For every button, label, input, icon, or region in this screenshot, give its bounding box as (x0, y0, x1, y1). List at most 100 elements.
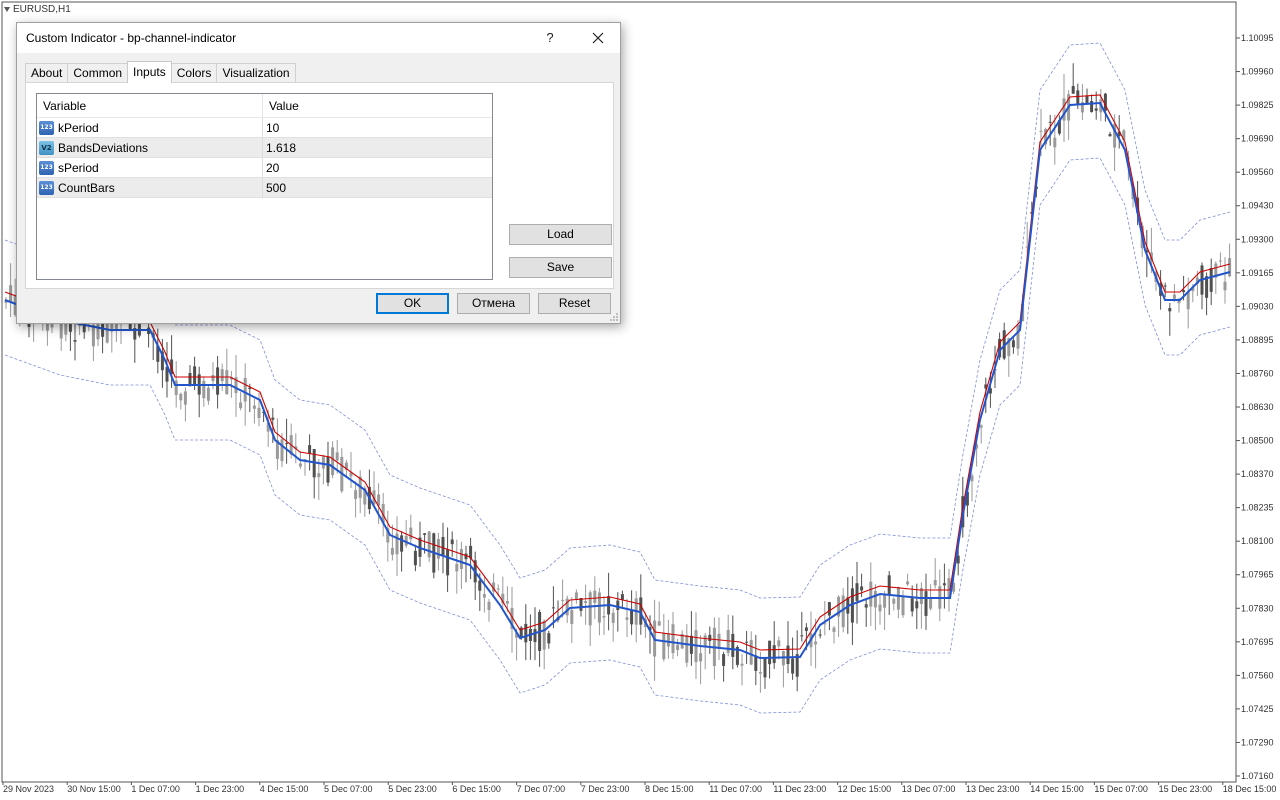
load-button[interactable]: Load (509, 224, 612, 245)
candle-body (427, 531, 431, 558)
tab-about[interactable]: About (25, 63, 69, 83)
candle-body (505, 601, 509, 604)
time-axis-label: 13 Dec 23:00 (966, 784, 1020, 794)
candle-body (800, 635, 804, 637)
time-axis-label: 15 Dec 23:00 (1159, 784, 1213, 794)
candle-body (533, 629, 537, 643)
candle-body (413, 550, 417, 566)
candle-body (588, 592, 592, 626)
candle-body (666, 633, 670, 647)
candle-body (487, 601, 491, 610)
candle-body (252, 405, 256, 409)
candle-body (832, 627, 836, 632)
candle-body (777, 640, 781, 647)
candle-body (662, 632, 666, 660)
candle-body (616, 600, 620, 611)
candle-body (308, 445, 312, 454)
double-type-icon: V2 (39, 141, 54, 155)
param-value[interactable]: 1.618 (263, 138, 296, 158)
candle-body (574, 592, 578, 600)
param-row-bandsdeviations[interactable]: V2 BandsDeviations 1.618 (37, 138, 492, 158)
dropdown-triangle-icon (4, 7, 10, 12)
param-row-kperiod[interactable]: 123 kPeriod 10 (37, 118, 492, 138)
candle-body (906, 581, 910, 585)
candle-body (749, 640, 753, 665)
help-button[interactable]: ? (540, 28, 560, 48)
cancel-button[interactable]: Отмена (457, 293, 530, 314)
param-value[interactable]: 500 (263, 178, 286, 198)
tab-colors[interactable]: Colors (170, 63, 218, 83)
custom-indicator-dialog: Custom Indicator - bp-channel-indicator … (16, 22, 621, 324)
price-axis-label: 1.09960 (1241, 67, 1274, 77)
time-axis-label: 11 Dec 23:00 (773, 784, 826, 794)
chart-symbol-label[interactable]: EURUSD,H1 (4, 4, 71, 15)
integer-type-icon: 123 (39, 181, 54, 195)
candle-body (446, 549, 450, 576)
time-axis-label: 13 Dec 07:00 (902, 784, 956, 794)
candle-body (390, 547, 394, 555)
time-axis-label: 30 Nov 15:00 (67, 784, 121, 794)
candle-body (455, 563, 459, 572)
candle-body (423, 533, 427, 535)
price-axis-label: 1.07965 (1241, 570, 1274, 580)
time-axis-label: 4 Dec 15:00 (260, 784, 309, 794)
candle-body (657, 621, 661, 626)
candle-body (910, 598, 914, 612)
candle-body (883, 594, 887, 608)
time-axis-label: 1 Dec 23:00 (196, 784, 245, 794)
tab-common[interactable]: Common (67, 63, 129, 83)
integer-type-icon: 123 (39, 161, 54, 175)
price-axis-label: 1.09165 (1241, 268, 1274, 278)
price-axis-label: 1.08895 (1241, 335, 1274, 345)
candle-body (216, 367, 220, 395)
inputs-grid[interactable]: Variable Value 123 kPeriod 10 V2 BandsDe… (36, 93, 493, 280)
column-header-variable[interactable]: Variable (37, 94, 263, 118)
price-axis-label: 1.07560 (1241, 670, 1274, 680)
candle-body (1048, 121, 1052, 123)
candle-body (179, 393, 183, 401)
candle-body (317, 473, 321, 478)
candle-body (873, 591, 877, 608)
candle-body (450, 539, 454, 545)
param-value[interactable]: 10 (263, 118, 279, 138)
candle-body (285, 443, 289, 445)
column-header-value[interactable]: Value (263, 94, 299, 118)
reset-button[interactable]: Reset (538, 293, 611, 314)
tab-visualization[interactable]: Visualization (216, 63, 296, 83)
grid-header: Variable Value (37, 94, 492, 118)
candle-body (211, 375, 215, 382)
candle-body (202, 380, 206, 399)
candle-body (478, 580, 482, 591)
candle-body (1182, 290, 1186, 293)
ok-button[interactable]: OK (376, 293, 449, 314)
candle-body (597, 592, 601, 623)
symbol-text: EURUSD,H1 (13, 4, 71, 15)
save-button[interactable]: Save (509, 257, 612, 278)
candle-body (298, 463, 302, 467)
candle-body (708, 634, 712, 641)
candle-body (814, 641, 818, 645)
candle-body (763, 658, 767, 678)
candle-body (887, 575, 891, 595)
candle-body (915, 601, 919, 609)
price-axis-label: 1.08500 (1241, 436, 1274, 446)
candle-body (561, 599, 565, 601)
candle-body (321, 456, 325, 469)
tab-inputs[interactable]: Inputs (127, 61, 172, 83)
param-value[interactable]: 20 (263, 158, 279, 178)
candle-body (1223, 281, 1227, 291)
param-row-speriod[interactable]: 123 sPeriod 20 (37, 158, 492, 178)
candle-body (193, 366, 197, 386)
candle-body (183, 391, 187, 405)
close-button[interactable] (588, 28, 608, 48)
param-row-countbars[interactable]: 123 CountBars 500 (37, 178, 492, 198)
candle-body (459, 549, 463, 570)
candle-body (482, 594, 486, 598)
integer-type-icon: 123 (39, 121, 54, 135)
candle-body (1218, 260, 1222, 262)
price-axis-label: 1.09030 (1241, 301, 1274, 311)
dialog-titlebar[interactable]: Custom Indicator - bp-channel-indicator … (17, 23, 620, 53)
candle-body (864, 604, 868, 608)
resize-grip-icon[interactable] (609, 312, 619, 322)
candle-body (896, 587, 900, 610)
